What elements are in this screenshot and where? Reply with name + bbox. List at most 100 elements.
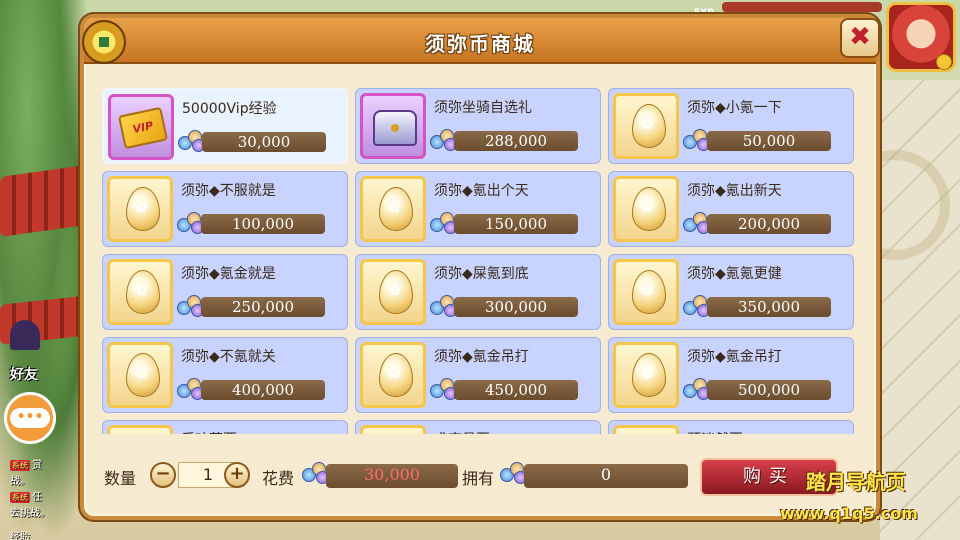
item-price: 200,000 (737, 215, 801, 233)
shop-window: 须弥币商城 ✖ VIP 50000Vip经验 30,000 须弥坐骑自选礼 288,00… (80, 14, 880, 520)
chat-text: 赏 (32, 460, 42, 471)
friend-avatar-icon (10, 320, 40, 350)
shop-item[interactable]: 须弥◆不服就是 100,000 (102, 171, 348, 247)
item-name: 须弥◆氪金吊打 (434, 349, 529, 365)
chat-line: 战。 (10, 472, 30, 487)
price-bar: 250,000 (201, 297, 325, 317)
watermark-url: www.q1q5.com (780, 504, 918, 523)
egg-icon (107, 259, 173, 325)
cost-label: 花费 (262, 469, 295, 488)
owned-value: 0 (524, 464, 688, 488)
shop-title: 须弥币商城 (425, 32, 535, 56)
egg-icon (613, 93, 679, 159)
cost-value: 30,000 (326, 464, 458, 488)
item-name: 50000Vip经验 (182, 101, 277, 117)
close-button[interactable]: ✖ (840, 18, 880, 58)
system-tag: 系统 (10, 460, 30, 471)
item-name: 须弥◆氪出个天 (434, 183, 529, 199)
system-tag: 系统 (10, 492, 30, 503)
egg-icon (613, 259, 679, 325)
price-bar: 500,000 (707, 380, 831, 400)
item-name: 须弥◆氪出新天 (687, 183, 782, 199)
chat-line: 经验 (10, 528, 30, 540)
egg-icon-art (632, 270, 666, 314)
chat-text: 任 (32, 492, 42, 503)
egg-icon (360, 425, 426, 434)
shop-item[interactable]: 乐叶草要 (102, 420, 348, 434)
chat-dots-icon: ••• (10, 408, 50, 428)
item-name: 乐叶草要 (181, 429, 237, 434)
shop-header: 须弥币商城 (82, 18, 876, 64)
item-price: 300,000 (484, 298, 548, 316)
shop-item[interactable]: 须弥◆氪氪更健 350,000 (608, 254, 854, 330)
item-price: 100,000 (231, 215, 295, 233)
egg-icon (613, 176, 679, 242)
item-name: 须弥◆屎氪到底 (434, 266, 529, 282)
egg-icon-art (126, 187, 160, 231)
price-bar: 288,000 (454, 131, 578, 151)
treasure-chest-icon-art (373, 110, 417, 146)
shop-item[interactable]: 术育员要 (355, 420, 601, 434)
shop-item[interactable]: 须弥◆氪出新天 200,000 (608, 171, 854, 247)
item-name: 须弥◆小氪一下 (687, 100, 782, 116)
item-price: 450,000 (484, 381, 548, 399)
item-price: 250,000 (231, 298, 295, 316)
item-price: 500,000 (737, 381, 801, 399)
item-price: 50,000 (742, 132, 796, 150)
item-name: 须弥坐骑自选礼 (434, 100, 532, 116)
item-grid[interactable]: VIP 50000Vip经验 30,000 须弥坐骑自选礼 288,000 须弥◆小氪一下… (102, 88, 860, 434)
item-name: 须弥◆不服就是 (181, 183, 276, 199)
egg-icon-art (126, 353, 160, 397)
item-price: 288,000 (484, 132, 548, 150)
price-bar: 200,000 (707, 214, 831, 234)
shop-item[interactable]: 须弥◆屎氪到底 300,000 (355, 254, 601, 330)
shop-item[interactable]: 须弥◆氪金吊打 450,000 (355, 337, 601, 413)
vip-card-icon-art: VIP (117, 106, 169, 150)
item-name: 须弥◆氪金就是 (181, 266, 276, 282)
owned-label: 拥有 (462, 469, 495, 488)
shop-item[interactable]: 须弥◆氪出个天 150,000 (355, 171, 601, 247)
shop-item[interactable]: 须弥◆氪金吊打 500,000 (608, 337, 854, 413)
shop-item[interactable]: 须弥◆不氪就关 400,000 (102, 337, 348, 413)
coin-icon (936, 54, 952, 70)
egg-icon-art (379, 270, 413, 314)
purchase-bar: 数量 − 1 + 花费 30,000 拥有 0 购买 (100, 458, 870, 498)
item-name: 须弥◆氪氪更健 (687, 266, 782, 282)
friends-button[interactable]: 好友 (2, 320, 46, 383)
exp-bar (722, 2, 882, 12)
egg-icon (107, 176, 173, 242)
plus-button[interactable]: + (224, 462, 250, 488)
item-price: 30,000 (237, 133, 291, 151)
egg-icon (360, 176, 426, 242)
item-name: 术育员要 (434, 429, 490, 434)
chat-text: 经验 (10, 532, 30, 540)
shop-item[interactable]: 须弥◆氪金就是 250,000 (102, 254, 348, 330)
quantity-label: 数量 (104, 469, 137, 488)
shop-item[interactable]: 须弥坐骑自选礼 288,000 (355, 88, 601, 164)
item-name: 须弥◆氪金吊打 (687, 349, 782, 365)
item-price: 350,000 (737, 298, 801, 316)
vip-card-icon: VIP (108, 94, 174, 160)
price-bar: 450,000 (454, 380, 578, 400)
egg-icon-art (632, 187, 666, 231)
minus-button[interactable]: − (150, 462, 176, 488)
watermark-title: 踏月导航页 (806, 470, 906, 494)
item-price: 400,000 (231, 381, 295, 399)
shop-item[interactable]: VIP 50000Vip经验 30,000 (102, 88, 348, 164)
egg-icon-art (379, 353, 413, 397)
price-bar: 50,000 (707, 131, 831, 151)
chat-text: 战。 (10, 476, 30, 487)
shop-item[interactable]: 须弥◆小氪一下 50,000 (608, 88, 854, 164)
price-bar: 30,000 (202, 132, 326, 152)
egg-icon (107, 425, 173, 434)
treasure-chest-icon (360, 93, 426, 159)
chat-text: 去挑战。 (10, 508, 50, 519)
egg-icon (613, 425, 679, 434)
egg-icon-art (379, 187, 413, 231)
chat-line: 系统赏 (10, 456, 42, 471)
shop-item[interactable]: 预淡然要 (608, 420, 854, 434)
egg-icon (360, 342, 426, 408)
egg-icon (107, 342, 173, 408)
egg-icon (360, 259, 426, 325)
item-price: 150,000 (484, 215, 548, 233)
